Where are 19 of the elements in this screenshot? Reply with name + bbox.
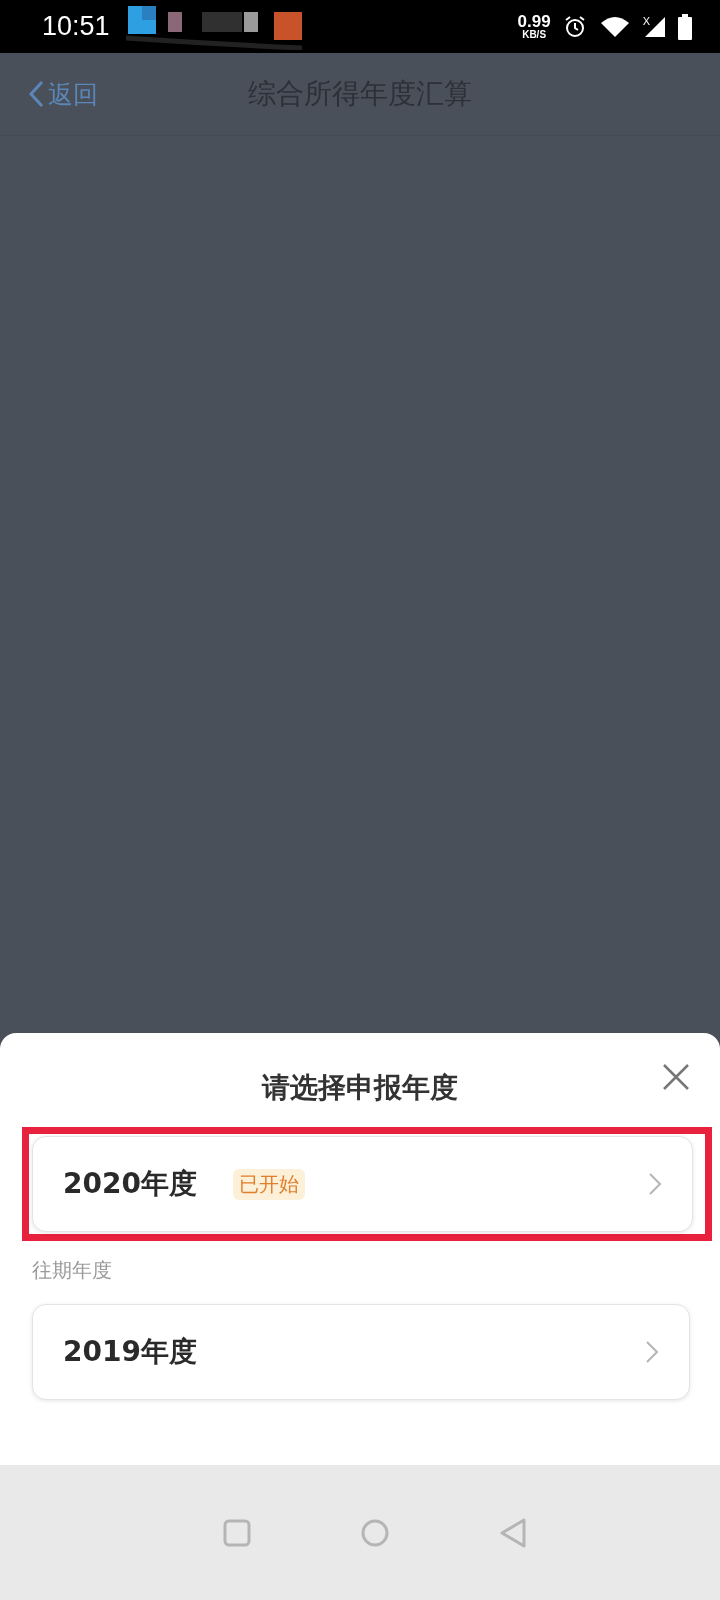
year-option[interactable]: 2019年度: [32, 1304, 690, 1400]
sheet-title: 请选择申报年度: [262, 1070, 458, 1106]
back-icon[interactable]: [499, 1517, 527, 1548]
network-speed: 0.99: [517, 13, 551, 30]
speed-unit: KB/S: [522, 30, 547, 40]
close-icon: [662, 1063, 690, 1091]
battery-icon: [678, 13, 692, 40]
year-option[interactable]: 2020年度 已开始: [32, 1136, 693, 1232]
status-time: 10:51: [42, 11, 110, 42]
home-icon[interactable]: [361, 1518, 389, 1547]
recent-apps-icon[interactable]: [223, 1518, 251, 1547]
year-label: 2019年度: [63, 1334, 197, 1370]
year-label: 2020年度: [63, 1166, 197, 1202]
section-label: 往期年度: [32, 1257, 113, 1284]
chevron-right-icon: [645, 1340, 659, 1364]
status-tag: 已开始: [232, 1168, 305, 1200]
chevron-right-icon: [648, 1172, 662, 1196]
signal-mark: X: [642, 14, 650, 27]
chevron-left-icon: [28, 80, 44, 108]
